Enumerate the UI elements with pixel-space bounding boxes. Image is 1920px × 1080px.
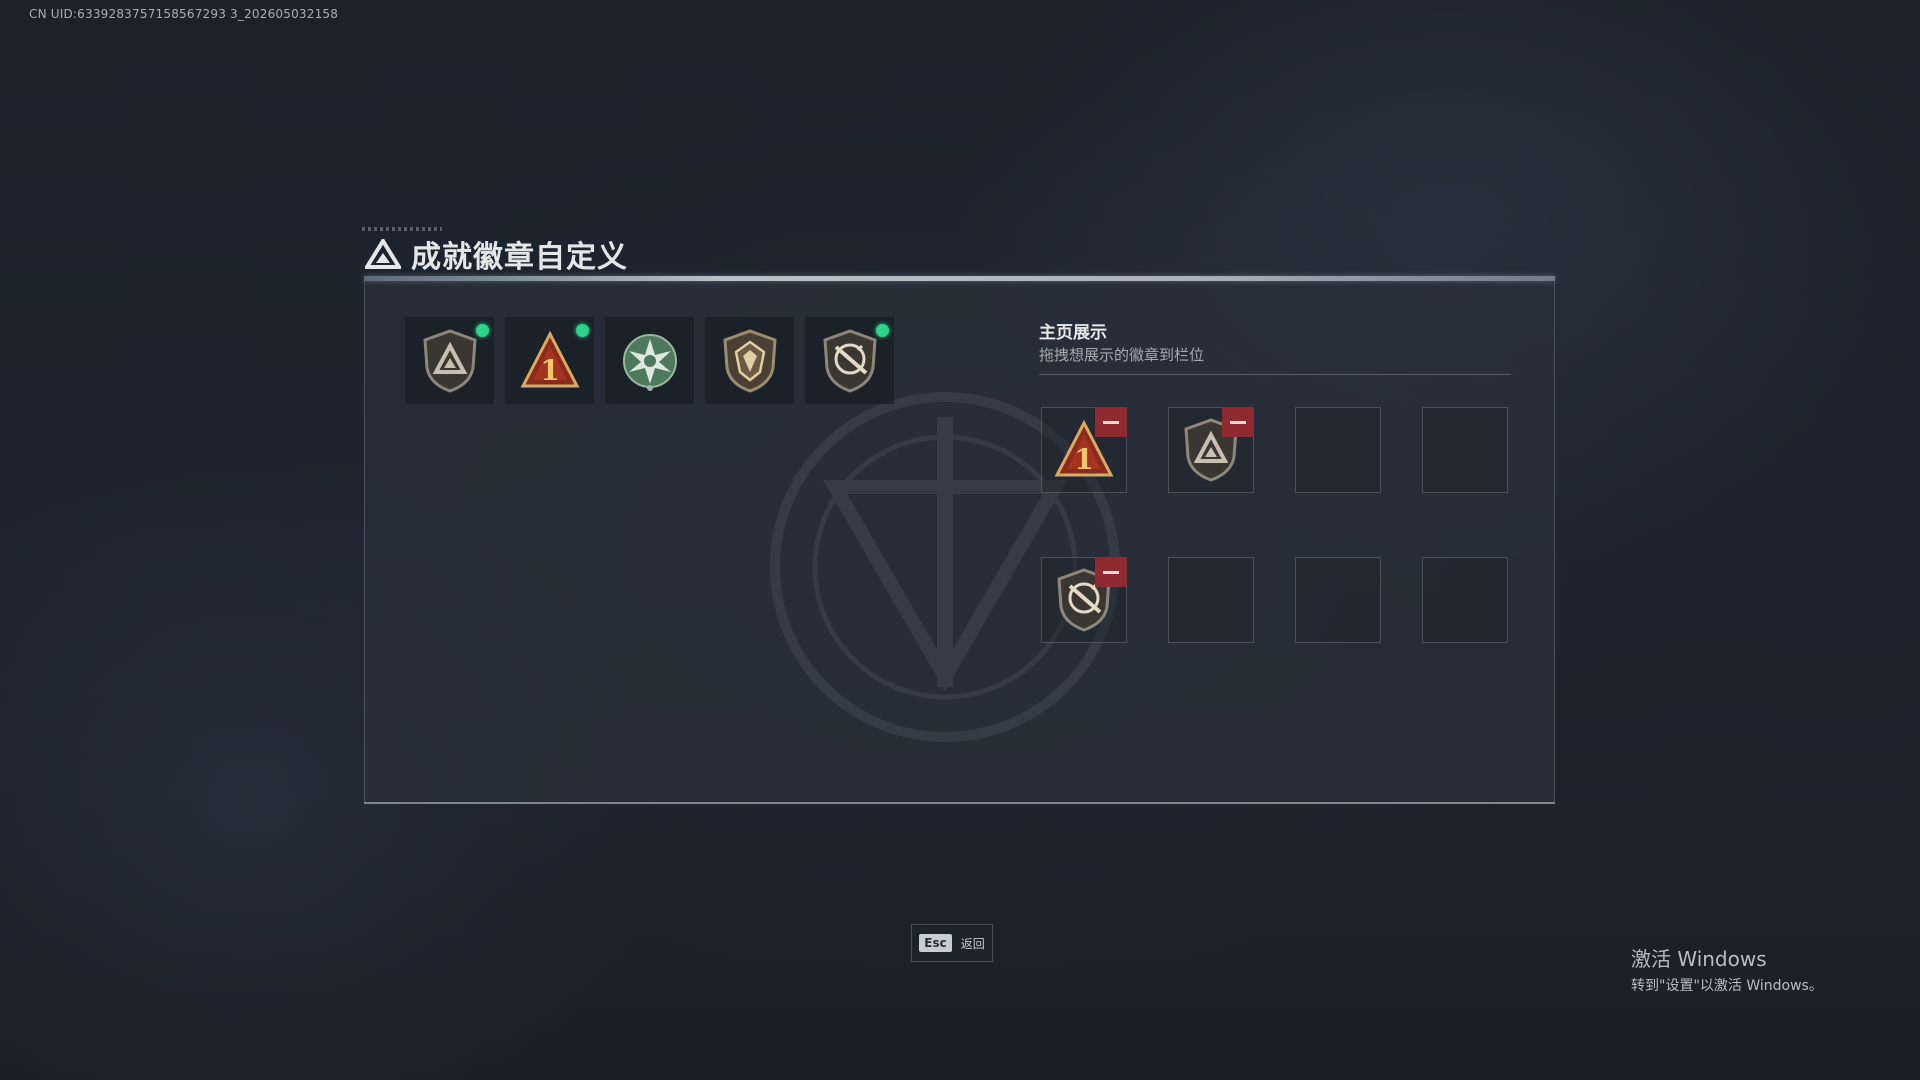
badge-item[interactable] [705,317,794,404]
showcase-slot-empty[interactable] [1168,557,1254,643]
number-one-triangle-badge-icon [520,328,580,394]
minus-icon [1103,570,1119,574]
esc-key-hint: Esc [919,934,952,952]
windows-activation-watermark: 激活 Windows 转到"设置"以激活 Windows。 [1631,943,1823,995]
showcase-slot[interactable] [1041,407,1127,493]
selected-indicator-dot [476,324,489,337]
showcase-slot-empty[interactable] [1422,407,1508,493]
panel-top-bar [364,276,1555,281]
remove-badge-button[interactable] [1095,407,1127,437]
showcase-slot[interactable] [1168,407,1254,493]
back-label: 返回 [960,936,985,951]
remove-badge-button[interactable] [1095,557,1127,587]
showcase-slot-empty[interactable] [1295,557,1381,643]
panel-bottom-bar [364,802,1555,804]
back-button[interactable]: Esc 返回 [911,924,993,962]
shield-triangle-badge-icon [420,328,480,394]
minus-icon [1230,420,1246,424]
divider [1039,374,1511,375]
showcase-slot-grid [1041,407,1508,643]
showcase-subtitle: 拖拽想展示的徽章到栏位 [1039,346,1205,364]
badge-item[interactable] [805,317,894,404]
activation-title: 激活 Windows [1631,947,1767,971]
owned-badge-list [405,317,894,404]
showcase-slot[interactable] [1041,557,1127,643]
page-header: 成就徽章自定义 [365,232,628,276]
badge-item[interactable] [605,317,694,404]
badge-customize-panel: 主页展示 拖拽想展示的徽章到栏位 [364,276,1555,804]
showcase-slot-empty[interactable] [1422,557,1508,643]
green-star-medal-badge-icon [620,328,680,394]
activation-subtitle: 转到"设置"以激活 Windows。 [1631,978,1823,994]
remove-badge-button[interactable] [1222,407,1254,437]
badge-item[interactable] [505,317,594,404]
selected-indicator-dot [876,324,889,337]
showcase-slot-empty[interactable] [1295,407,1381,493]
page-title: 成就徽章自定义 [411,240,628,275]
shield-gem-badge-icon [720,328,780,394]
minus-icon [1103,420,1119,424]
title-decoration [362,227,442,231]
badge-item[interactable] [405,317,494,404]
game-logo-icon [365,239,401,269]
selected-indicator-dot [576,324,589,337]
showcase-title: 主页展示 [1039,323,1107,343]
shield-compass-badge-icon [820,328,880,394]
uid-label: CN UID:6339283757158567293 3_20260503215… [29,7,339,21]
